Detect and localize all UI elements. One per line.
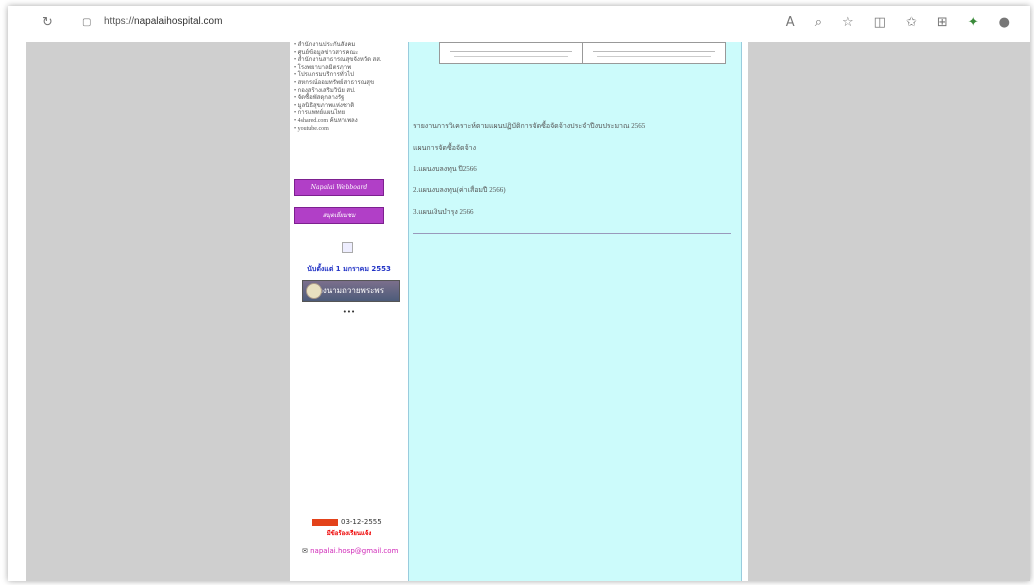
site-info-icon[interactable]: ▢ [82, 15, 91, 31]
sidebar-link[interactable]: youtube.com [294, 126, 408, 134]
sidebar-links: สำนักงานประกันสังคม ศูนย์ข้อมูลข่าวสารคณ… [290, 42, 408, 133]
split-screen-icon[interactable]: ◫ [874, 15, 886, 30]
plan-item-link[interactable]: 1.แผนงบลงทุน ปี2566 [413, 164, 477, 175]
read-aloud-icon[interactable]: A [786, 15, 795, 30]
sidebar-link[interactable]: จัดซื้อพัสดุกลางรัฐ [294, 95, 408, 103]
banner-label: ลงนามถวายพระพร [318, 286, 384, 295]
complaint-link[interactable]: มีข้อร้องเรียนแจ้ง [290, 528, 408, 538]
refresh-icon[interactable]: ↻ [42, 15, 53, 31]
browser-window: ↻ ▢ https://napalaihospital.com A ⌕ ☆ ◫ … [8, 6, 1030, 581]
document-thumbnail[interactable] [439, 42, 583, 64]
plan-item-link[interactable]: 2.แผนงบลงทุน(ค่าเสื่อมปี 2566) [413, 185, 506, 196]
updated-date: 03-12-2555 [341, 518, 382, 526]
update-notice: 03-12-2555 [312, 518, 382, 526]
report-title-link[interactable]: รายงานการวิเคราะห์ตามแผนปฏิบัติการจัดซื้… [413, 121, 645, 132]
plan-heading: แผนการจัดซื้อจัดจ้าง [413, 144, 477, 152]
main-content: รายงานการวิเคราะห์ตามแผนปฏิบัติการจัดซื้… [408, 42, 742, 581]
plan-item-link[interactable]: 3.แผนเงินบำรุง 2566 [413, 207, 474, 218]
favorites-bar-icon[interactable]: ✩ [906, 15, 917, 30]
address-bar[interactable]: https://napalaihospital.com [104, 16, 222, 27]
sidebar-link[interactable]: สำนักงานสาธารณสุขจังหวัด สส. [294, 57, 408, 65]
sidebar-link[interactable]: สำนักงานประกันสังคม [294, 42, 408, 50]
email-address: napalai.hosp@gmail.com [310, 547, 399, 555]
document-thumbnails [439, 42, 726, 64]
collections-icon[interactable]: ⊞ [937, 15, 948, 30]
royal-banner-link[interactable]: ลงนามถวายพระพร [302, 280, 400, 302]
sidebar-link[interactable]: โปรแกรมบริการทั่วไป [294, 72, 408, 80]
extension-icon[interactable]: ✦ [968, 15, 979, 30]
url-domain: napalaihospital.com [134, 16, 223, 27]
sidebar-link[interactable]: 4shared.com ค้นหาเพลง [294, 118, 408, 126]
guestbook-button[interactable]: สมุดเยี่ยมชม [294, 207, 384, 224]
document-thumbnail[interactable] [582, 42, 726, 64]
right-margin [748, 42, 1030, 581]
updated-tag-icon [312, 518, 338, 526]
sidebar-link[interactable]: สหกรณ์ออมทรัพย์สาธารณสุข [294, 80, 408, 88]
zoom-icon[interactable]: ⌕ [815, 15, 822, 30]
seal-icon [306, 283, 322, 299]
profile-icon[interactable]: ● [999, 15, 1010, 30]
broken-image-icon [342, 242, 353, 253]
sidebar-link[interactable]: การแพทย์แผนไทย [294, 110, 408, 118]
browser-toolbar: ↻ ▢ https://napalaihospital.com A ⌕ ☆ ◫ … [8, 6, 1030, 42]
sidebar: สำนักงานประกันสังคม ศูนย์ข้อมูลข่าวสารคณ… [290, 42, 408, 581]
email-icon: ✉ [302, 547, 311, 555]
favorite-icon[interactable]: ☆ [842, 15, 854, 30]
horizontal-divider [413, 233, 731, 234]
dots-divider: ••• [342, 308, 356, 316]
webboard-button[interactable]: Napalai Webboard [294, 179, 384, 196]
left-margin [26, 42, 290, 581]
email-link[interactable]: ✉ napalai.hosp@gmail.com [302, 547, 398, 555]
browser-actions: A ⌕ ☆ ◫ ✩ ⊞ ✦ ● [786, 15, 1010, 30]
url-prefix: https:// [104, 16, 135, 27]
counter-since-text: นับตั้งแต่ 1 มกราคม 2553 [307, 265, 391, 273]
page-content: สำนักงานประกันสังคม ศูนย์ข้อมูลข่าวสารคณ… [26, 42, 1030, 581]
